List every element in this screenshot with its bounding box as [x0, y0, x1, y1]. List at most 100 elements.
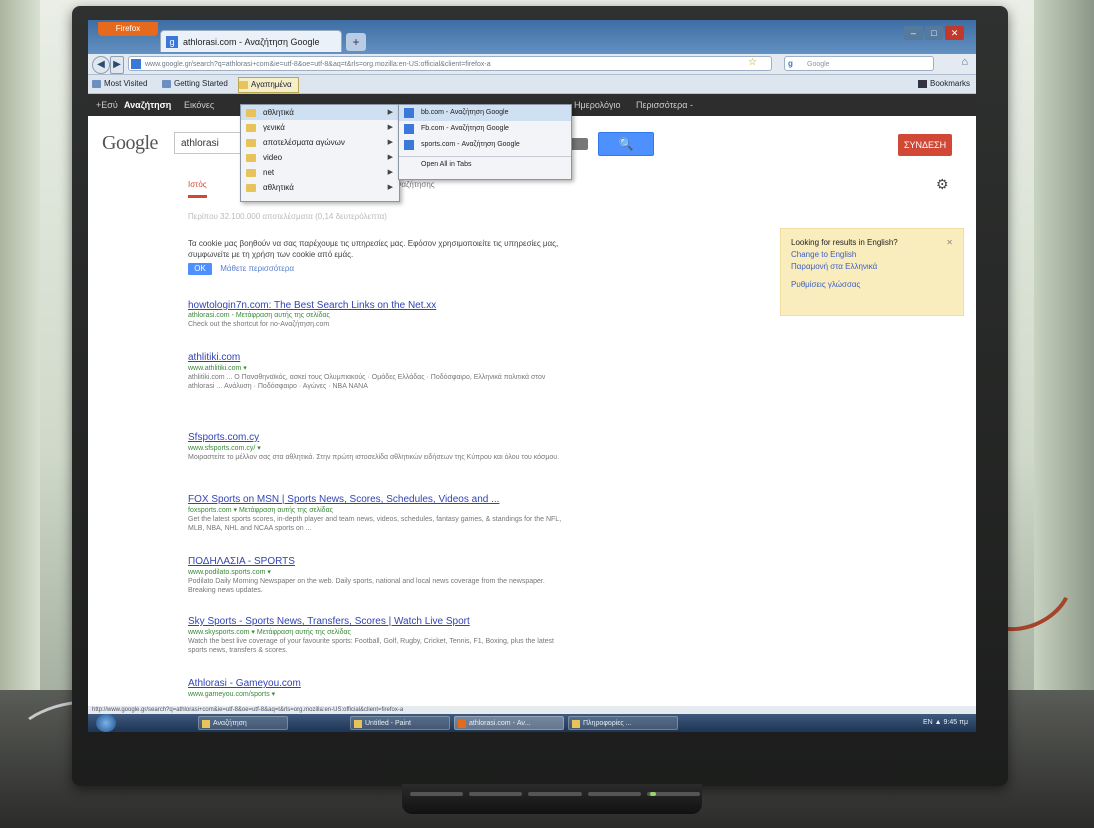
gear-icon[interactable]: ⚙	[936, 176, 949, 193]
keyboard-icon[interactable]	[570, 138, 588, 150]
maximize-button[interactable]: □	[924, 26, 944, 40]
result-snippet: Podilato Daily Morning Newspaper on the …	[188, 578, 545, 594]
result-snippet: Get the latest sports scores, in-depth p…	[188, 516, 562, 532]
menu-folder-video[interactable]: video ▶	[241, 150, 399, 165]
new-tab-button[interactable]: +	[346, 33, 366, 51]
gbar-item-more[interactable]: Περισσότερα -	[636, 94, 693, 116]
result-snippet: Watch the best live coverage of your fav…	[188, 638, 554, 654]
search-button[interactable]: 🔍	[598, 132, 654, 156]
result-title-link[interactable]: athlitiki.com	[188, 352, 568, 363]
menu-item-label: net	[263, 168, 275, 177]
url-text: www.google.gr/search?q=athlorasi+com&ie=…	[145, 61, 491, 68]
forward-icon[interactable]: ▶	[110, 56, 124, 74]
minimize-button[interactable]: –	[904, 26, 923, 40]
folder-icon	[239, 81, 248, 89]
taskbar-item[interactable]: Πληροφορίες ...	[568, 716, 678, 730]
browser-titlebar: Firefox g athlorasi.com - Αναζήτηση Goog…	[88, 20, 976, 54]
google-favicon-icon	[404, 108, 414, 118]
result-title-link[interactable]: FOX Sports on MSN | Sports News, Scores,…	[188, 494, 568, 505]
gbar-item-calendar[interactable]: Ημερολόγιο	[574, 94, 621, 116]
monitor-buttons	[410, 792, 701, 800]
close-button[interactable]: ✕	[945, 26, 965, 40]
open-all-in-tabs[interactable]: Open All in Tabs	[399, 156, 571, 173]
result-url: www.sfsports.com.cy/ ▾	[188, 445, 261, 452]
change-to-english-link[interactable]: Change to English	[791, 249, 953, 261]
folder-icon	[246, 124, 256, 132]
folder-icon	[202, 720, 210, 728]
url-bar[interactable]: www.google.gr/search?q=athlorasi+com&ie=…	[128, 56, 772, 71]
result-url: www.skysports.com ▾ Μετάφραση αυτής της …	[188, 629, 351, 636]
folder-icon	[246, 139, 256, 147]
menu-folder-net[interactable]: net ▶	[241, 165, 399, 180]
window-icon	[572, 720, 580, 728]
home-icon[interactable]: ⌂	[961, 56, 968, 68]
menu-item-label: αθλητικά	[263, 108, 294, 117]
status-bar: http://www.google.gr/search?q=athlorasi+…	[88, 706, 976, 714]
cookie-notice: Τα cookie μας βοηθούν να σας παρέχουμε τ…	[188, 238, 568, 275]
submenu-bookmark[interactable]: Fb.com - Αναζήτηση Google	[399, 121, 571, 137]
back-icon[interactable]: ◀	[92, 56, 110, 74]
bookmark-most-visited[interactable]: Most Visited	[92, 77, 147, 91]
bookmarks-menu[interactable]: Bookmarks	[917, 77, 970, 91]
search-result: athlitiki.com www.athlitiki.com ▾ athlit…	[188, 352, 568, 391]
bookmark-folder-favorites[interactable]: Αγαπημένα	[238, 77, 299, 93]
bookmark-star-icon[interactable]: ☆	[748, 57, 757, 68]
window-controls: – □ ✕	[904, 26, 966, 42]
gbar-item-images[interactable]: Εικόνες	[184, 94, 214, 116]
submenu-bookmark[interactable]: sports.com - Αναζήτηση Google	[399, 137, 571, 153]
menu-folder-results[interactable]: αποτελέσματα αγώνων ▶	[241, 135, 399, 150]
menu-folder-general[interactable]: γενικά ▶	[241, 120, 399, 135]
paint-icon	[354, 720, 362, 728]
english-box-title: Looking for results in English?	[791, 238, 898, 247]
taskbar-item-active[interactable]: athlorasi.com - Αν...	[454, 716, 564, 730]
bookmark-label: Αγαπημένα	[251, 80, 292, 89]
gbar-item-plus-you[interactable]: +Εσύ	[96, 94, 118, 116]
result-snippet: Μοιραστείτε το μέλλον σας στα αθλητικά. …	[188, 454, 560, 461]
chevron-right-icon: ▶	[387, 169, 393, 176]
cookie-learn-more-link[interactable]: Μάθετε περισσότερα	[220, 264, 294, 273]
menu-folder-sports-2[interactable]: αθλητικά ▶	[241, 180, 399, 195]
folder-icon	[246, 109, 256, 117]
folder-icon	[246, 169, 256, 177]
result-title-link[interactable]: Athlorasi - Gameyou.com	[188, 678, 568, 689]
result-title-link[interactable]: ΠΟΔΗΛΑΣΙΑ - SPORTS	[188, 556, 568, 567]
stay-greek-link[interactable]: Παραμονή στα Ελληνικά	[791, 261, 953, 273]
result-title-link[interactable]: Sky Sports - Sports News, Transfers, Sco…	[188, 616, 568, 627]
submenu-item-label: bb.com - Αναζήτηση Google	[421, 109, 509, 116]
taskbar-item-label: athlorasi.com - Αν...	[469, 720, 531, 727]
result-stats: Περίπου 32.100.000 αποτελέσματα (0,14 δε…	[188, 212, 387, 221]
search-result: Sky Sports - Sports News, Transfers, Sco…	[188, 616, 568, 655]
firefox-menu-button[interactable]: Firefox	[98, 22, 158, 36]
submenu-item-label: Fb.com - Αναζήτηση Google	[421, 125, 509, 132]
google-logo[interactable]: Google	[102, 132, 158, 155]
bookmark-getting-started[interactable]: Getting Started	[162, 77, 228, 91]
submenu-item-label: Open All in Tabs	[421, 161, 472, 168]
result-url: www.gameyou.com/sports ▾	[188, 691, 276, 698]
close-icon[interactable]: ✕	[946, 237, 953, 249]
menu-folder-sports[interactable]: αθλητικά ▶	[241, 105, 399, 120]
result-url: athlorasi.com - Μετάφραση αυτής της σελί…	[188, 312, 330, 319]
bookmark-label: Getting Started	[174, 79, 228, 88]
start-button[interactable]	[96, 714, 116, 732]
menu-item-label: video	[263, 153, 283, 162]
submenu-item-label: sports.com - Αναζήτηση Google	[421, 141, 520, 148]
navigation-bar: ◀ ▶ www.google.gr/search?q=athlorasi+com…	[88, 54, 976, 75]
folder-icon	[246, 154, 256, 162]
system-tray-clock[interactable]: EN ▲ 9:45 πμ	[923, 714, 968, 732]
language-settings-link[interactable]: Ρυθμίσεις γλώσσας	[791, 279, 953, 291]
taskbar-item[interactable]: Αναζήτηση	[198, 716, 288, 730]
result-title-link[interactable]: Sfsports.com.cy	[188, 432, 568, 443]
sign-in-button[interactable]: ΣΥΝΔΕΣΗ	[898, 134, 952, 156]
cookie-ok-button[interactable]: OK	[188, 263, 212, 275]
result-title-link[interactable]: howtologin7n.com: The Best Search Links …	[188, 300, 568, 311]
browser-tab[interactable]: g athlorasi.com - Αναζήτηση Google	[160, 30, 342, 52]
search-result: FOX Sports on MSN | Sports News, Scores,…	[188, 494, 568, 533]
taskbar-item[interactable]: Untitled - Paint	[350, 716, 450, 730]
result-snippet: Check out the shortcut for no-Αναζήτηση.…	[188, 321, 330, 328]
tab-web[interactable]: Ιστός	[188, 180, 207, 198]
folder-icon	[246, 184, 256, 192]
gbar-item-search[interactable]: Αναζήτηση	[124, 94, 171, 116]
submenu-bookmark[interactable]: bb.com - Αναζήτηση Google	[399, 105, 571, 121]
search-engine-box[interactable]: g Google	[784, 56, 934, 71]
result-snippet: athlitiki.com ... Ο Παναθηναϊκός, ασκεί …	[188, 374, 546, 390]
